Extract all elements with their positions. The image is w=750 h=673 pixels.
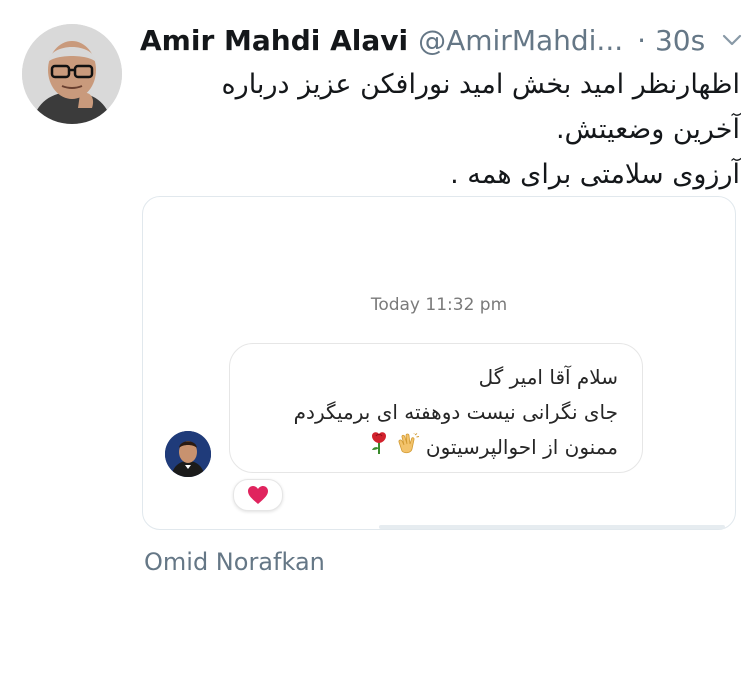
clapping-hands-icon <box>396 431 420 466</box>
tweet-text-line: اظهارنظر امید بخش امید نورافکن عزیز دربا… <box>221 69 740 100</box>
tweet-text-line: آخرین وضعیتش. <box>555 114 740 145</box>
heart-reaction <box>233 479 283 511</box>
heart-icon <box>248 486 268 504</box>
chevron-down-icon[interactable] <box>719 27 745 53</box>
author-photo <box>22 24 122 124</box>
image-attribution: Omid Norafkan <box>144 548 325 576</box>
sender-avatar <box>165 431 211 477</box>
author-avatar[interactable] <box>22 24 122 124</box>
message-line: جای نگرانی نیست دوهفته ای برمیگردم <box>293 400 618 424</box>
attached-image-card[interactable]: Today 11:32 pm سلام آقا امیر گل جای نگرا… <box>142 196 736 530</box>
tweet-text-line: آرزوی سلامتی برای همه . <box>450 159 740 190</box>
message-line: سلام آقا امیر گل <box>478 365 618 389</box>
tweet-header: Amir Mahdi Alavi @AmirMahdi... · 30s <box>140 18 742 62</box>
card-divider <box>379 525 725 529</box>
message-timestamp: Today 11:32 pm <box>370 295 508 315</box>
rose-icon <box>369 431 389 466</box>
message-bubble: سلام آقا امیر گل جای نگرانی نیست دوهفته … <box>229 343 643 473</box>
message-text: سلام آقا امیر گل جای نگرانی نیست دوهفته … <box>294 360 618 466</box>
sender-photo <box>165 431 211 477</box>
author-handle[interactable]: @AmirMahdi... <box>418 24 623 57</box>
message-line-with-emojis: ممنون از احوالپرسیتون <box>294 430 618 466</box>
message-line: ممنون از احوالپرسیتون <box>425 435 618 459</box>
tweet-time[interactable]: · 30s <box>637 24 705 57</box>
tweet-text: اظهارنظر امید بخش امید نورافکن عزیز دربا… <box>140 62 740 197</box>
author-name[interactable]: Amir Mahdi Alavi <box>140 24 408 57</box>
